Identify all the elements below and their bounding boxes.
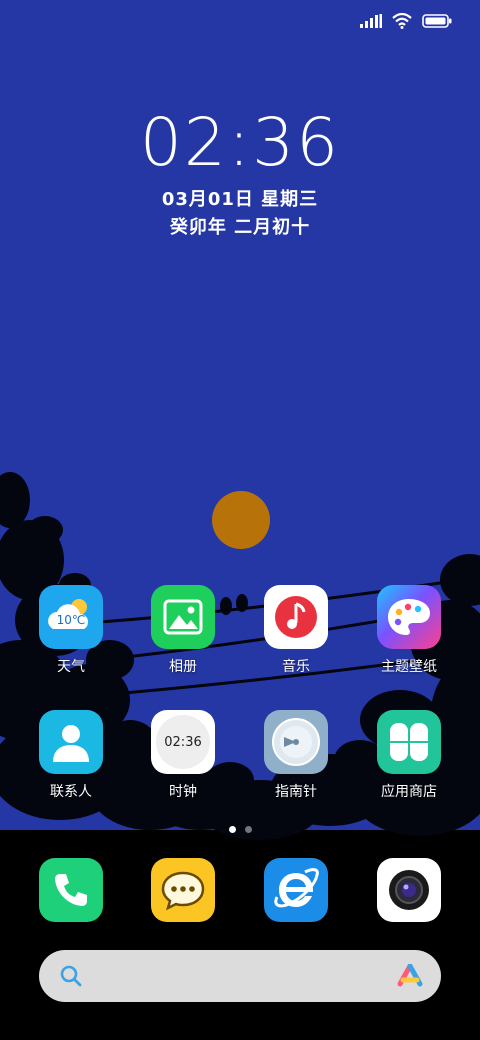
app-label: 音乐: [282, 659, 310, 675]
app-music[interactable]: 音乐: [240, 585, 352, 676]
weather-temp: 10℃: [56, 613, 86, 627]
dock-phone[interactable]: [15, 858, 127, 922]
app-label: 联系人: [50, 784, 92, 800]
compass-icon: [264, 710, 328, 774]
clock-icon: 02:36: [151, 710, 215, 774]
app-label: 主题壁纸: [381, 659, 437, 675]
page-dot: [244, 826, 252, 833]
app-store-icon: [377, 710, 441, 774]
music-icon: [264, 585, 328, 649]
app-label: 相册: [169, 659, 197, 675]
assistant-logo-icon[interactable]: [397, 964, 423, 988]
app-label: 应用商店: [381, 784, 437, 800]
dock-browser[interactable]: [240, 858, 352, 922]
wifi-icon: [392, 13, 412, 29]
contacts-icon: [39, 710, 103, 774]
messages-icon: [151, 858, 215, 922]
browser-icon: [264, 858, 328, 922]
clock-time: 02:36: [139, 104, 341, 181]
signal-bars-icon: [360, 14, 382, 28]
app-weather[interactable]: 10℃ 天气: [15, 585, 127, 676]
clock-app-time: 02:36: [164, 734, 202, 750]
dock-messages[interactable]: [127, 858, 239, 922]
app-theme[interactable]: 主题壁纸: [353, 585, 465, 676]
weather-icon: 10℃: [39, 585, 103, 649]
app-label: 时钟: [169, 784, 197, 800]
clock-lunar-date: 癸卯年 二月初十: [169, 217, 311, 238]
page-indicator[interactable]: [0, 826, 480, 833]
battery-icon: [422, 14, 452, 28]
app-gallery[interactable]: 相册: [127, 585, 239, 676]
app-label: 天气: [57, 659, 85, 675]
clock-date: 03月01日 星期三: [161, 189, 319, 210]
app-contacts[interactable]: 联系人: [15, 710, 127, 801]
theme-palette-icon: [377, 585, 441, 649]
app-clock[interactable]: 02:36 时钟: [127, 710, 239, 801]
dock-camera[interactable]: [353, 858, 465, 922]
lockscreen-clock: 02:36 03月01日 星期三 癸卯年 二月初十: [0, 105, 480, 243]
camera-icon: [377, 858, 441, 922]
search-bar[interactable]: [39, 950, 441, 1002]
app-store[interactable]: 应用商店: [353, 710, 465, 801]
status-bar: [360, 10, 452, 32]
page-dot-active: [228, 826, 236, 833]
app-compass[interactable]: 指南针: [240, 710, 352, 801]
search-icon: [59, 964, 83, 988]
moon-decoration: [212, 491, 270, 549]
phone-icon: [39, 858, 103, 922]
app-label: 指南针: [275, 784, 317, 800]
clock-face: 02:36: [156, 715, 210, 769]
gallery-icon: [151, 585, 215, 649]
